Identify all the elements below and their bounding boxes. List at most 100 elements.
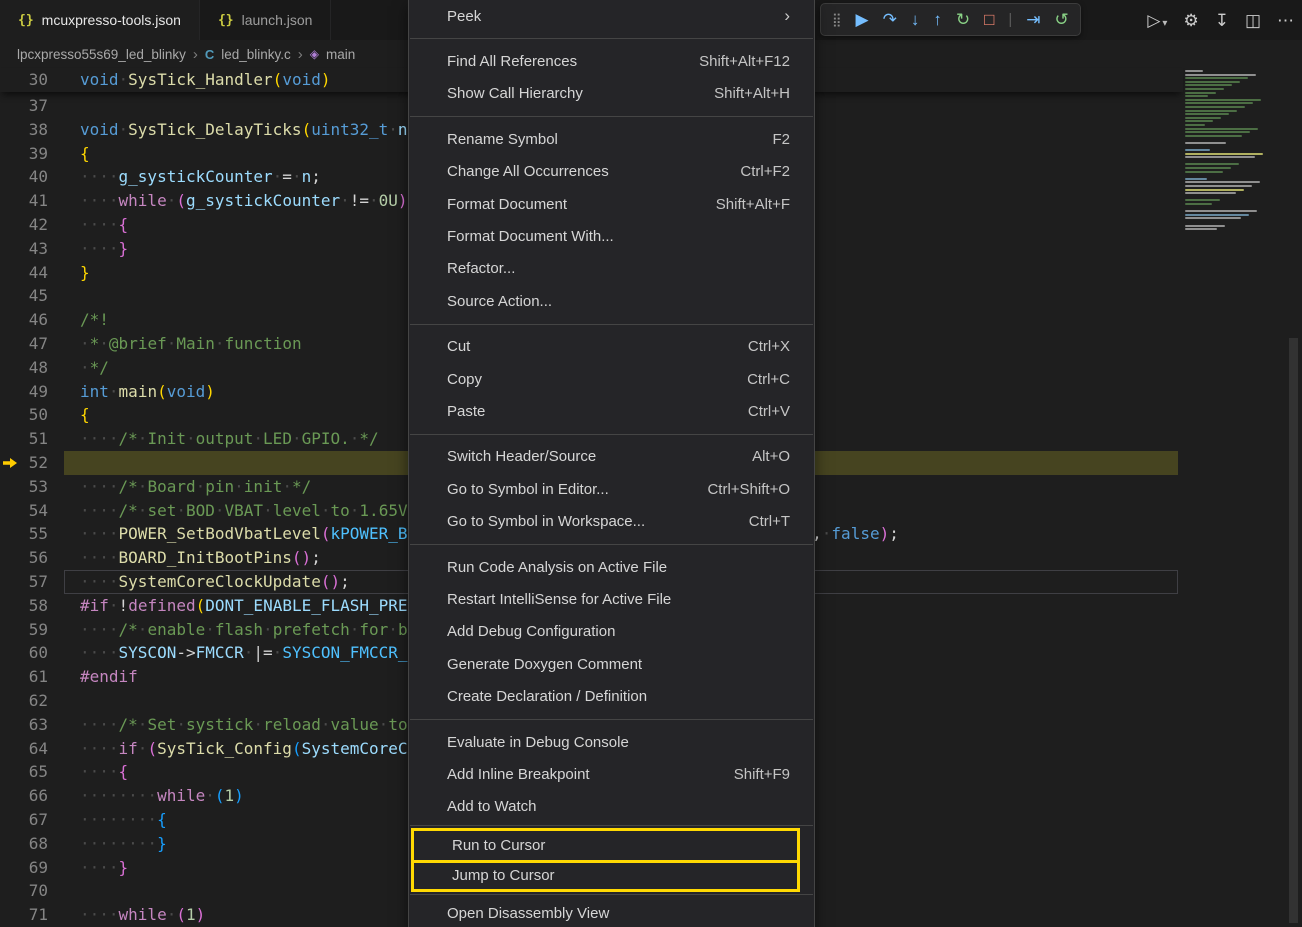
line-number[interactable]: 41 xyxy=(0,189,48,213)
menu-item-format-document[interactable]: Format DocumentShift+Alt+F xyxy=(409,188,814,220)
menu-item-go-to-symbol-in-editor[interactable]: Go to Symbol in Editor...Ctrl+Shift+O xyxy=(409,473,814,505)
line-number[interactable]: 70 xyxy=(0,879,48,903)
menu-item-open-disassembly-view[interactable]: Open Disassembly View xyxy=(409,897,814,927)
menu-item-show-call-hierarchy[interactable]: Show Call HierarchyShift+Alt+H xyxy=(409,78,814,110)
more-actions-icon[interactable]: ⋯ xyxy=(1277,12,1294,29)
line-number[interactable]: 62 xyxy=(0,689,48,713)
gripper-icon[interactable]: ⣿ xyxy=(832,13,842,26)
whitespace-dots: ···· xyxy=(80,501,119,520)
line-number[interactable]: 59 xyxy=(0,618,48,642)
code-token: ; xyxy=(889,524,899,543)
minimap-line xyxy=(1185,221,1277,223)
minimap[interactable] xyxy=(1185,70,1277,232)
code-text: ····} xyxy=(48,856,128,880)
tab-launch-json[interactable]: {}launch.json xyxy=(200,0,331,40)
breadcrumb-symbol[interactable]: main xyxy=(326,47,355,62)
menu-item-label: Generate Doxygen Comment xyxy=(447,656,790,673)
step-into-icon[interactable]: ↓ xyxy=(911,11,920,28)
menu-item-copy[interactable]: CopyCtrl+C xyxy=(409,363,814,395)
line-number[interactable]: 54 xyxy=(0,499,48,523)
line-number[interactable]: 37 xyxy=(0,94,48,118)
code-token: BOD xyxy=(186,501,215,520)
step-over-icon[interactable]: ↷ xyxy=(883,11,897,28)
menu-item-paste[interactable]: PasteCtrl+V xyxy=(409,395,814,427)
line-number[interactable]: 57 xyxy=(0,570,48,594)
line-number[interactable]: 61 xyxy=(0,665,48,689)
line-number[interactable]: 55 xyxy=(0,522,48,546)
line-number[interactable]: 51 xyxy=(0,427,48,451)
line-number[interactable]: 53 xyxy=(0,475,48,499)
whitespace-dots: · xyxy=(321,501,331,520)
line-number[interactable]: 56 xyxy=(0,546,48,570)
restart-icon[interactable]: ↻ xyxy=(956,11,970,28)
line-number[interactable]: 46 xyxy=(0,308,48,332)
menu-item-run-to-cursor[interactable]: Run to Cursor xyxy=(414,831,797,860)
line-number[interactable]: 50 xyxy=(0,403,48,427)
menu-item-peek[interactable]: Peek› xyxy=(409,0,814,32)
line-number[interactable]: 38 xyxy=(0,118,48,142)
menu-item-generate-doxygen-comment[interactable]: Generate Doxygen Comment xyxy=(409,648,814,680)
menu-item-refactor[interactable]: Refactor... xyxy=(409,253,814,285)
line-number[interactable]: 48 xyxy=(0,356,48,380)
tab-mcuxpresso-tools-json[interactable]: {}mcuxpresso-tools.json xyxy=(0,0,200,40)
code-text: ····{ xyxy=(48,213,128,237)
line-number[interactable]: 67 xyxy=(0,808,48,832)
menu-separator xyxy=(410,116,813,117)
menu-item-label: Add Debug Configuration xyxy=(447,623,790,640)
code-token: set xyxy=(147,501,176,520)
line-number[interactable]: 58 xyxy=(0,594,48,618)
line-number[interactable]: 39 xyxy=(0,142,48,166)
settings-gear-icon[interactable]: ⚙ xyxy=(1183,12,1198,29)
step-out-icon[interactable]: ↑ xyxy=(933,11,942,28)
menu-item-switch-header-source[interactable]: Switch Header/SourceAlt+O xyxy=(409,441,814,473)
menu-item-change-all-occurrences[interactable]: Change All OccurrencesCtrl+F2 xyxy=(409,156,814,188)
stop-icon[interactable]: □ xyxy=(984,11,994,28)
line-number[interactable]: 65 xyxy=(0,760,48,784)
line-number[interactable]: 69 xyxy=(0,856,48,880)
editor-scrollbar[interactable] xyxy=(1289,338,1298,923)
split-editor-icon[interactable]: ◫ xyxy=(1245,12,1261,29)
flash-download-icon[interactable]: ↧ xyxy=(1215,12,1229,29)
menu-item-find-all-references[interactable]: Find All ReferencesShift+Alt+F12 xyxy=(409,45,814,77)
menu-item-go-to-symbol-in-workspace[interactable]: Go to Symbol in Workspace...Ctrl+T xyxy=(409,505,814,537)
line-number[interactable]: 60 xyxy=(0,641,48,665)
reset-device-icon[interactable]: ↺ xyxy=(1055,11,1069,28)
menu-item-format-document-with[interactable]: Format Document With... xyxy=(409,220,814,252)
line-number[interactable]: 43 xyxy=(0,237,48,261)
menu-item-restart-intellisense-for-active-file[interactable]: Restart IntelliSense for Active File xyxy=(409,583,814,615)
code-token: } xyxy=(80,263,90,282)
whitespace-dots: · xyxy=(176,715,186,734)
code-token: */ xyxy=(292,477,311,496)
menu-item-run-code-analysis-on-active-file[interactable]: Run Code Analysis on Active File xyxy=(409,551,814,583)
menu-item-add-to-watch[interactable]: Add to Watch xyxy=(409,791,814,823)
continue-icon[interactable]: ▶ xyxy=(856,11,869,28)
code-token: ( xyxy=(157,382,167,401)
code-token: g_systickCounter xyxy=(186,191,340,210)
menu-item-cut[interactable]: CutCtrl+X xyxy=(409,331,814,363)
run-or-debug-icon[interactable]: ▷▾ xyxy=(1147,12,1167,29)
whitespace-dots: ···· xyxy=(80,167,119,186)
menu-item-label: Format Document xyxy=(447,196,686,213)
line-number[interactable]: 47 xyxy=(0,332,48,356)
line-number[interactable]: 66 xyxy=(0,784,48,808)
line-number[interactable]: 42 xyxy=(0,213,48,237)
menu-item-jump-to-cursor[interactable]: Jump to Cursor xyxy=(414,860,797,889)
menu-item-rename-symbol[interactable]: Rename SymbolF2 xyxy=(409,123,814,155)
menu-item-shortcut: F2 xyxy=(772,131,790,148)
breadcrumb-project[interactable]: lpcxpresso55s69_led_blinky xyxy=(17,47,186,62)
menu-item-add-debug-configuration[interactable]: Add Debug Configuration xyxy=(409,616,814,648)
line-number[interactable]: 63 xyxy=(0,713,48,737)
breadcrumb-file[interactable]: led_blinky.c xyxy=(221,47,291,62)
line-number[interactable]: 45 xyxy=(0,284,48,308)
line-number[interactable]: 71 xyxy=(0,903,48,927)
disconnect-icon[interactable]: ⇥ xyxy=(1026,11,1040,28)
menu-item-add-inline-breakpoint[interactable]: Add Inline BreakpointShift+F9 xyxy=(409,758,814,790)
menu-item-evaluate-in-debug-console[interactable]: Evaluate in Debug Console xyxy=(409,726,814,758)
line-number[interactable]: 64 xyxy=(0,737,48,761)
line-number[interactable]: 44 xyxy=(0,261,48,285)
line-number[interactable]: 49 xyxy=(0,380,48,404)
line-number[interactable]: 68 xyxy=(0,832,48,856)
menu-item-create-declaration-definition[interactable]: Create Declaration / Definition xyxy=(409,680,814,712)
line-number[interactable]: 40 xyxy=(0,165,48,189)
menu-item-source-action[interactable]: Source Action... xyxy=(409,285,814,317)
